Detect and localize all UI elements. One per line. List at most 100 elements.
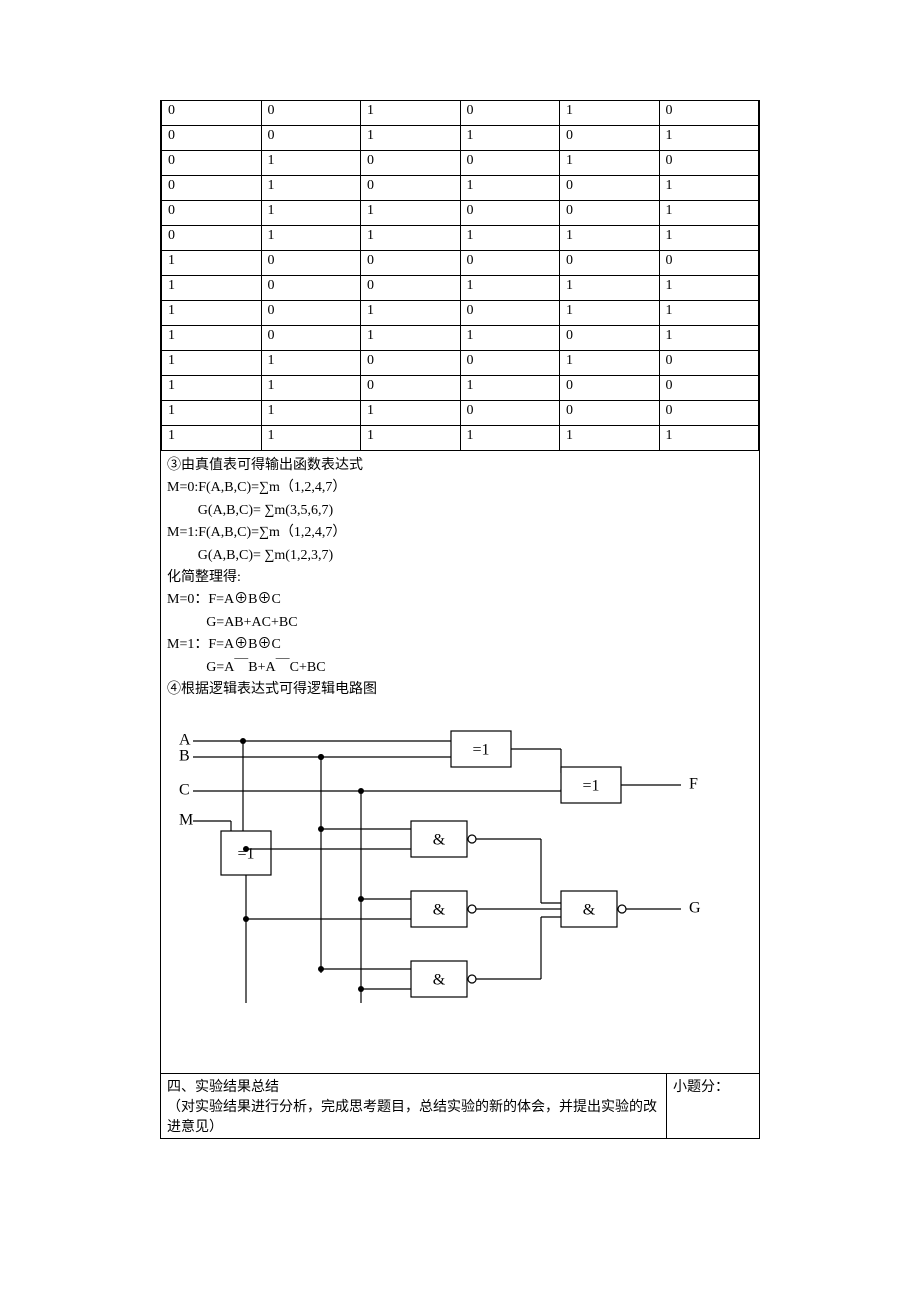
table-cell: 1 [460, 326, 560, 351]
table-row: 010101 [162, 176, 759, 201]
output-f-label: F [689, 776, 698, 793]
table-cell: 1 [162, 401, 262, 426]
and-gate-3: & [433, 972, 446, 989]
xor-gate-2: =1 [582, 778, 599, 795]
table-cell: 0 [460, 201, 560, 226]
table-cell: 0 [361, 151, 461, 176]
table-cell: 0 [460, 401, 560, 426]
table-row: 111111 [162, 426, 759, 451]
table-cell: 1 [162, 426, 262, 451]
table-cell: 0 [560, 126, 660, 151]
table-cell: 0 [162, 126, 262, 151]
table-cell: 1 [659, 301, 759, 326]
table-cell: 1 [560, 151, 660, 176]
table-cell: 1 [261, 151, 361, 176]
logic-circuit-diagram: A B C M =1 =1 F =1 & & [161, 713, 721, 1033]
table-row: 001101 [162, 126, 759, 151]
score-cell: 小题分： [667, 1074, 760, 1139]
table-cell: 0 [460, 301, 560, 326]
simplify-header: 化简整理得: [167, 567, 753, 589]
table-cell: 1 [361, 326, 461, 351]
input-b-label: B [179, 748, 190, 765]
table-cell: 0 [659, 151, 759, 176]
table-cell: 1 [560, 426, 660, 451]
table-cell: 0 [560, 376, 660, 401]
table-cell: 1 [560, 226, 660, 251]
table-cell: 0 [659, 376, 759, 401]
table-cell: 1 [460, 376, 560, 401]
table-cell: 1 [361, 101, 461, 126]
table-cell: 1 [261, 401, 361, 426]
table-cell: 1 [659, 426, 759, 451]
table-cell: 0 [460, 351, 560, 376]
table-cell: 0 [560, 176, 660, 201]
table-row: 001010 [162, 101, 759, 126]
table-cell: 0 [261, 251, 361, 276]
table-row: 111000 [162, 401, 759, 426]
table-cell: 1 [460, 426, 560, 451]
truth-table: 0010100011010100100101010110010111111000… [161, 100, 759, 451]
table-row: 010010 [162, 151, 759, 176]
m1-f: M=1:F(A,B,C)=∑m（1,2,4,7） [167, 522, 753, 544]
table-row: 100111 [162, 276, 759, 301]
s-m1-g: G=A￣B+A￣C+BC [167, 657, 326, 679]
table-cell: 0 [659, 251, 759, 276]
section-4-desc: （对实验结果进行分析，完成思考题目，总结实验的新的体会，并提出实验的改进意见） [167, 1096, 660, 1136]
section-4-title: 四、实验结果总结 [167, 1076, 660, 1096]
table-cell: 1 [659, 201, 759, 226]
s-m0-f: M=0：F=A⊕B⊕C [167, 589, 753, 611]
s-m0-g: G=AB+AC+BC [167, 612, 298, 634]
table-cell: 0 [460, 101, 560, 126]
table-cell: 0 [162, 226, 262, 251]
table-cell: 1 [460, 176, 560, 201]
m0-f: M=0:F(A,B,C)=∑m（1,2,4,7） [167, 477, 753, 499]
table-cell: 1 [162, 276, 262, 301]
and-gate-2: & [433, 902, 446, 919]
table-cell: 0 [361, 251, 461, 276]
table-cell: 1 [659, 276, 759, 301]
table-cell: 0 [460, 151, 560, 176]
table-cell: 0 [560, 326, 660, 351]
line-4-header: ④根据逻辑表达式可得逻辑电路图 [167, 679, 753, 701]
table-cell: 1 [460, 276, 560, 301]
line-3-header: ③由真值表可得输出函数表达式 [167, 455, 753, 477]
table-cell: 1 [659, 176, 759, 201]
table-cell: 0 [361, 376, 461, 401]
output-g-label: G [689, 900, 701, 917]
table-cell: 1 [560, 351, 660, 376]
table-cell: 0 [361, 176, 461, 201]
table-row: 011001 [162, 201, 759, 226]
and-gate-1: & [433, 832, 446, 849]
table-cell: 1 [162, 301, 262, 326]
m1-g: G(A,B,C)= ∑m(1,2,3,7) [167, 545, 333, 567]
input-c-label: C [179, 782, 190, 799]
table-cell: 0 [560, 251, 660, 276]
and-gate-final: & [583, 902, 596, 919]
page-outer-table: 0010100011010100100101010110010111111000… [160, 100, 760, 1139]
table-cell: 1 [162, 251, 262, 276]
table-cell: 1 [460, 226, 560, 251]
table-cell: 1 [659, 126, 759, 151]
table-cell: 0 [659, 351, 759, 376]
table-cell: 1 [560, 101, 660, 126]
table-cell: 1 [261, 426, 361, 451]
score-label: 小题分： [673, 1080, 729, 1095]
table-cell: 0 [560, 201, 660, 226]
table-cell: 1 [659, 226, 759, 251]
table-row: 110100 [162, 376, 759, 401]
table-cell: 0 [560, 401, 660, 426]
table-cell: 1 [361, 201, 461, 226]
s-m1-f: M=1：F=A⊕B⊕C [167, 634, 753, 656]
table-cell: 1 [560, 301, 660, 326]
table-cell: 1 [261, 376, 361, 401]
table-cell: 0 [659, 401, 759, 426]
table-cell: 1 [560, 276, 660, 301]
section-4-cell: 四、实验结果总结 （对实验结果进行分析，完成思考题目，总结实验的新的体会，并提出… [161, 1074, 667, 1139]
table-cell: 0 [460, 251, 560, 276]
table-cell: 0 [162, 176, 262, 201]
xor-gate-1: =1 [472, 742, 489, 759]
table-cell: 0 [261, 126, 361, 151]
table-cell: 0 [261, 301, 361, 326]
table-cell: 1 [261, 226, 361, 251]
table-cell: 0 [361, 276, 461, 301]
